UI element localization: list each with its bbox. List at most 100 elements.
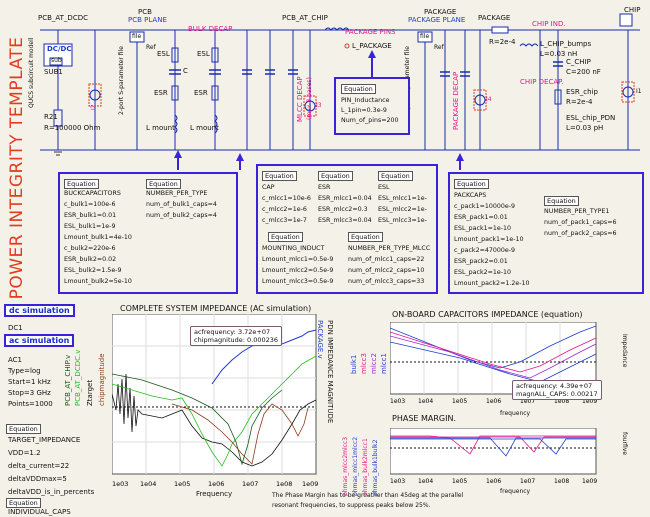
pin-inductance-equation[interactable]: Equation PIN_Inductance L_1pin=0.3e-9 Nu…: [334, 77, 410, 135]
phase-xtick-0: 1e03: [390, 478, 405, 485]
mlcc-eq-title-0: Equation: [262, 171, 297, 181]
pack-eq-title-1: Equation: [454, 179, 489, 189]
cap-ylabel-3: mlcc1: [380, 353, 388, 374]
individual-eq-title[interactable]: Equation: [6, 498, 41, 508]
label-esr-1: ESR: [154, 89, 168, 97]
mlcc-eq-title-4: Equation: [348, 232, 383, 242]
phase-xtick-1: 1e04: [418, 478, 433, 485]
bulk-col1-0: BUCKCAPACITORS: [64, 190, 121, 197]
bulk-col1-3: ESL_bulk1=1e-9: [64, 223, 116, 230]
label-esr-chip-val: R=2e-4: [566, 98, 593, 106]
label-r21-val: R=100000 Ohm: [44, 124, 101, 132]
bulk-col2-2: num_of_bulk2_caps=4: [146, 212, 217, 219]
cap-tooltip: acfrequency: 4.39e+07 magnALL_CAPS: 0.00…: [512, 380, 602, 400]
label-dcdc: DC/DC: [47, 45, 72, 53]
label-c-1: C: [183, 67, 188, 75]
label-l-package: L_PACKAGE: [352, 42, 392, 50]
cap-xtick-3: 1e06: [486, 398, 501, 405]
bulk-equation-box[interactable]: Equation Equation BUCKCAPACITORS c_bulk1…: [58, 172, 238, 294]
phase-xtick-2: 1e05: [452, 478, 467, 485]
dc-simulation-button[interactable]: dc simulation: [4, 304, 75, 317]
phase-margin-plot[interactable]: 1e03 1e04 1e05 1e06 1e07 1e08 1e09: [390, 428, 622, 488]
label-r21: R21: [44, 113, 58, 121]
mlcc-mount-2: Lmount_mlcc2=0.5e-9: [262, 267, 334, 274]
mlcc-esr-2: ESR_mlcc2=0.3: [318, 206, 368, 213]
main-ylabel-1: PCB_AT_DCDC.v: [74, 349, 82, 406]
mlcc-num-2: num_of_mlcc2_caps=10: [348, 267, 425, 274]
ac-line-1: Start=1 kHz: [8, 378, 51, 386]
label-chip-ind: CHIP IND.: [532, 20, 566, 28]
mlcc-esl-3: ESL_mlcc3=1e-: [378, 217, 427, 224]
cap-ylabel-1: mlcc3: [360, 353, 368, 374]
label-pcb: PCB: [138, 8, 152, 16]
main-ylabel-2: Ztarget: [86, 379, 94, 406]
label-package-2: PACKAGE: [478, 14, 511, 22]
ac-simulation-button[interactable]: ac simulation: [4, 334, 75, 347]
phase-plot-title: PHASE MARGIN.: [392, 414, 457, 423]
pack-col1-7: ESL_pack2=1e-10: [454, 269, 512, 276]
bulk-eq-title-2: Equation: [146, 179, 181, 189]
label-ref-1: Ref: [146, 44, 156, 51]
mlcc-cap-1: c_mlcc1=10e-6: [262, 195, 311, 202]
label-qucs-model: QUCS subcircuit modell: [28, 37, 35, 108]
pin-eq-line-1: L_1pin=0.3e-9: [341, 107, 387, 114]
mlcc-num-0: NUMBER_PER_TYPE_MLCC: [348, 245, 431, 252]
mlcc-cap-3: c_mlcc3=1e-7: [262, 217, 307, 224]
main-right-label-0: PACKAGE.v: [316, 320, 324, 359]
label-package-plane: PACKAGE PLANE: [408, 16, 466, 24]
mlcc-esl-1: ESL_mlcc1=1e-: [378, 195, 427, 202]
main-plot-title: COMPLETE SYSTEM IMPEDANCE (AC simulation…: [120, 304, 312, 313]
pin-eq-line-2: Num_of_pins=200: [341, 117, 399, 124]
label-ref-2: Ref: [434, 44, 444, 51]
bulk-col2-0: NUMBER_PER_TYPE: [146, 190, 208, 197]
ac-line-2: Stop=3 GHz: [8, 389, 51, 397]
label-pcb-at-chip: PCB_AT_CHIP: [282, 14, 328, 22]
cap-xtick-2: 1e05: [452, 398, 467, 405]
pack-col1-0: PACKCAPS: [454, 192, 487, 199]
phase-xtick-4: 1e07: [520, 478, 535, 485]
pack-col1-5: c_pack2=47000e-9: [454, 247, 516, 254]
main-ylabel-0: PCB_AT_CHIP.v: [64, 354, 72, 406]
mlcc-num-3: num_of_mlcc3_caps=33: [348, 278, 425, 285]
cap-xtick-1: 1e04: [418, 398, 433, 405]
mlcc-esl-2: ESL_mlcc2=1e-: [378, 206, 427, 213]
target-line-0: TARGET_IMPEDANCE: [8, 436, 81, 444]
main-xtick-1: 1e04: [140, 480, 156, 488]
label-pcb-plane: PCB PLANE: [128, 16, 167, 24]
mlcc-num-1: num_of_mlcc1_caps=22: [348, 256, 425, 263]
phase-xtick-5: 1e08: [554, 478, 569, 485]
pack-col2-2: num_of_pack2_caps=6: [544, 230, 617, 237]
main-tooltip: acfrequency: 3.72e+07 chipmagnitude: 0.0…: [190, 326, 283, 346]
ac1-label: AC1: [8, 356, 23, 364]
mlcc-eq-title-2: Equation: [378, 171, 413, 181]
mlcc-eq-title-3: Equation: [268, 232, 303, 242]
mlcc-equation-box[interactable]: Equation Equation Equation CAP c_mlcc1=1…: [256, 164, 438, 294]
target-eq-title[interactable]: Equation: [6, 424, 41, 434]
label-mlcc-decap: MLCC DECAP: [296, 76, 304, 122]
main-ylabel-3: chipmagnitude: [98, 353, 106, 406]
cap-tooltip-line-1: magnALL_CAPS: 0.00217: [516, 390, 598, 398]
target-line-4: deltaVDD_is_in_percents: [8, 488, 95, 496]
label-i2: I2: [90, 104, 97, 110]
label-pcb-at-dcdc: PCB_AT_DCDC: [38, 14, 88, 22]
ac-line-0: Type=log: [8, 367, 41, 375]
pack-col1-8: Lmount_pack2=1.2e-10: [454, 280, 530, 287]
mlcc-cap-2: c_mlcc2=1e-6: [262, 206, 307, 213]
target-line-1: VDD=1.2: [8, 449, 41, 457]
label-lmount-1: L mount: [146, 124, 175, 132]
pin-eq-title: Equation: [341, 84, 376, 94]
pack-equation-box[interactable]: Equation Equation PACKCAPS c_pack1=10000…: [448, 172, 644, 294]
cap-tooltip-line-0: acfrequency: 4.39e+07: [516, 382, 593, 390]
label-c-chip-val: C=200 nF: [566, 68, 601, 76]
main-xlabel: Frequency: [196, 490, 233, 498]
cap-ylabel-2: mlcc2: [370, 353, 378, 374]
main-xtick-0: 1e03: [112, 480, 128, 488]
ac-line-3: Points=1000: [8, 400, 53, 408]
mlcc-esr-0: ESR: [318, 184, 331, 191]
phase-xlabel: frequency: [500, 488, 531, 495]
mlcc-mount-3: Lmount_mlcc3=0.5e-9: [262, 278, 334, 285]
cap-plot-title: ON-BOARD CAPACITORS IMPEDANCE (equation): [392, 310, 583, 319]
label-chip-decap: CHIP DECAP.: [520, 78, 564, 86]
pack-col2-0: NUMBER_PER_TYPE1: [544, 208, 610, 215]
main-tooltip-line-0: acfrequency: 3.72e+07: [194, 328, 271, 336]
